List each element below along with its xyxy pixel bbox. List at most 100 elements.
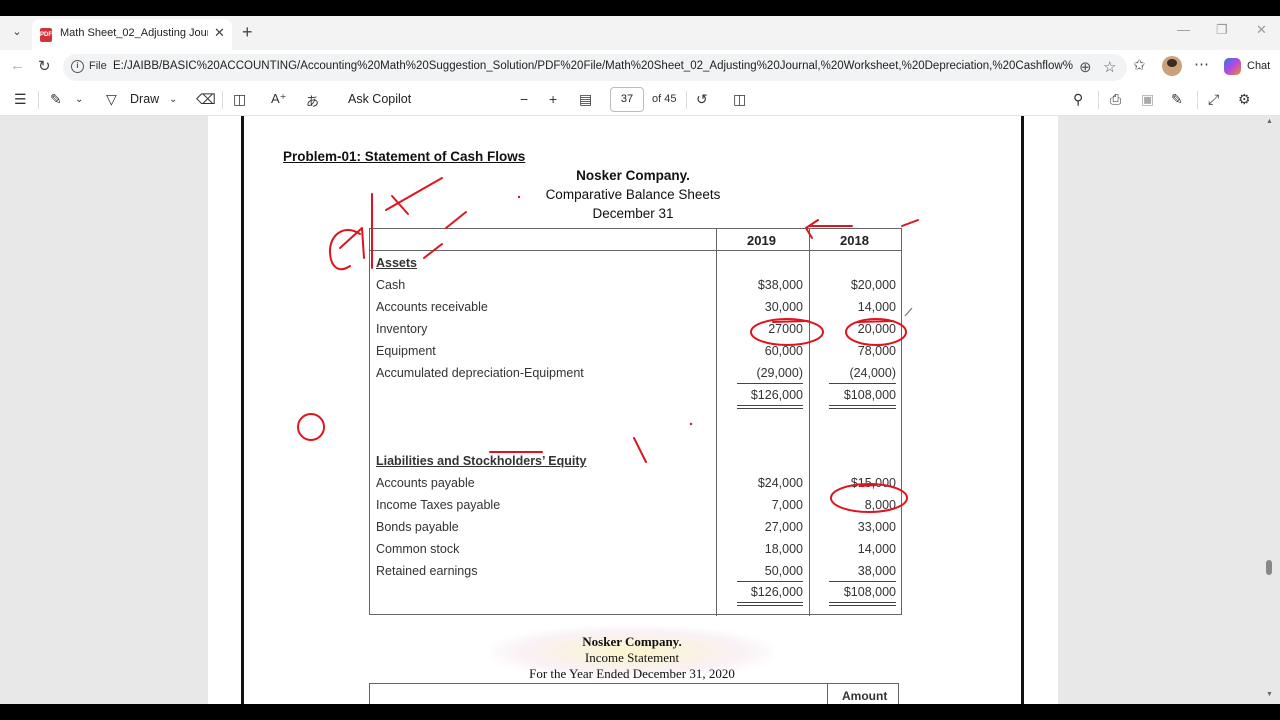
pdf-toolbar: ☰ ✎ ⌄ ▽ Draw ⌄ ⌫ ◫ A⁺ あ Ask Copilot − + … xyxy=(0,84,1280,116)
is-period: For the Year Ended December 31, 2020 xyxy=(529,666,735,681)
amount-header: Amount xyxy=(842,689,888,703)
zoom-out-icon[interactable]: − xyxy=(520,91,528,107)
column-divider xyxy=(809,229,810,616)
value-2019: 50,000 xyxy=(764,564,803,578)
value-2018: 38,000 xyxy=(857,564,896,578)
tab-actions-icon[interactable]: ⌄ xyxy=(8,25,26,41)
copilot-chat-button[interactable]: Chat xyxy=(1222,55,1274,79)
value-2019: 30,000 xyxy=(764,300,803,314)
translate-icon[interactable]: あ xyxy=(306,91,319,110)
back-icon[interactable]: ← xyxy=(10,57,25,74)
subtotal-rule xyxy=(829,383,896,384)
contents-icon[interactable]: ☰ xyxy=(14,91,27,108)
chevron-down-icon[interactable]: ⌄ xyxy=(75,94,83,105)
eraser-icon[interactable]: ⌫ xyxy=(196,91,216,108)
info-icon[interactable]: i xyxy=(71,60,84,73)
value-2019: 27000 xyxy=(768,322,803,336)
statement-title: Comparative Balance Sheets xyxy=(545,187,721,202)
close-tab-icon[interactable]: ✕ xyxy=(214,25,225,41)
ask-copilot-button[interactable]: Ask Copilot xyxy=(348,92,411,106)
value-2018: 33,000 xyxy=(857,520,896,534)
value-2019: 27,000 xyxy=(764,520,803,534)
value-2018: 8,000 xyxy=(864,498,896,512)
chat-label: Chat xyxy=(1247,60,1271,72)
problem-title: Problem-01: Statement of Cash Flows xyxy=(283,149,526,164)
value-2019: $38,000 xyxy=(757,278,803,292)
text-box-icon[interactable]: ◫ xyxy=(233,91,246,108)
print-icon[interactable]: ⎙ xyxy=(1110,91,1121,108)
value-2019: (29,000) xyxy=(756,366,803,380)
page-border xyxy=(1021,116,1024,704)
minimize-icon[interactable]: — xyxy=(1177,22,1190,37)
address-row: ← ↻ i File E:/JAIBB/BASIC%20ACCOUNTING/A… xyxy=(0,50,1280,84)
is-title: Income Statement xyxy=(584,650,680,665)
url-text[interactable]: E:/JAIBB/BASIC%20ACCOUNTING/Accounting%2… xyxy=(113,60,1073,72)
page-view-icon[interactable]: ◫ xyxy=(733,91,746,108)
browser-window: ⌄ PDF Math Sheet_02_Adjusting Journal ✕ … xyxy=(0,16,1280,704)
subtotal-rule xyxy=(829,581,896,582)
liabilities-heading: Liabilities and Stockholders’ Equity xyxy=(376,454,587,468)
value-2018: (24,000) xyxy=(849,366,896,380)
column-header-2018: 2018 xyxy=(840,233,869,248)
zoom-icon[interactable]: ⊕ xyxy=(1079,58,1092,76)
balance-sheet-table: 2019 2018 Assets Cash $38,000 $20,000 Ac… xyxy=(369,228,902,616)
copilot-icon xyxy=(1224,58,1241,75)
profile-avatar[interactable] xyxy=(1162,56,1182,76)
zoom-in-icon[interactable]: + xyxy=(549,91,557,107)
fit-page-icon[interactable]: ▤ xyxy=(579,91,592,108)
company-name: Nosker Company. xyxy=(576,168,690,183)
row-label: Bonds payable xyxy=(376,520,459,534)
value-2018: $20,000 xyxy=(850,278,896,292)
page-number-input[interactable]: 37 xyxy=(610,87,644,112)
scroll-up-icon[interactable]: ▲ xyxy=(1266,118,1273,125)
subtotal-rule xyxy=(737,383,803,384)
value-2018: 14,000 xyxy=(857,542,896,556)
read-aloud-icon[interactable]: A⁺ xyxy=(271,91,287,107)
search-icon[interactable]: ⚲ xyxy=(1073,91,1083,108)
pdf-viewer: Problem-01: Statement of Cash Flows Nosk… xyxy=(0,116,1280,704)
total-double-rule xyxy=(829,405,896,409)
favorite-star-icon[interactable]: ☆ xyxy=(1103,58,1116,76)
value-2018: 14,000 xyxy=(857,300,896,314)
settings-gear-icon[interactable]: ⚙ xyxy=(1238,91,1251,108)
tab-active[interactable]: PDF Math Sheet_02_Adjusting Journal ✕ xyxy=(32,19,232,50)
header-divider xyxy=(370,250,901,251)
divider xyxy=(1098,91,1099,109)
total-2018: $108,000 xyxy=(843,585,896,599)
divider xyxy=(686,91,687,109)
save-as-icon[interactable]: ✎ xyxy=(1171,91,1183,108)
scrollbar-thumb[interactable] xyxy=(1266,560,1272,575)
value-2018: 78,000 xyxy=(857,344,896,358)
total-double-rule xyxy=(829,602,896,606)
tab-bar: ⌄ PDF Math Sheet_02_Adjusting Journal ✕ … xyxy=(0,16,1280,50)
favorites-icon[interactable]: ✩ xyxy=(1133,56,1146,74)
more-icon[interactable]: ⋯ xyxy=(1194,55,1209,73)
row-label: Inventory xyxy=(376,322,428,336)
pdf-icon: PDF xyxy=(40,28,52,42)
row-label: Retained earnings xyxy=(376,564,478,578)
address-bar[interactable]: i File E:/JAIBB/BASIC%20ACCOUNTING/Accou… xyxy=(63,54,1127,81)
draw-label[interactable]: Draw xyxy=(130,92,159,106)
chevron-down-icon[interactable]: ⌄ xyxy=(169,94,177,105)
total-double-rule xyxy=(737,405,803,409)
value-2019: 18,000 xyxy=(764,542,803,556)
value-2018: 20,000 xyxy=(857,322,896,336)
row-label: Income Taxes payable xyxy=(376,498,501,512)
total-double-rule xyxy=(737,602,803,606)
save-icon[interactable]: ▣ xyxy=(1141,91,1154,108)
highlight-icon[interactable]: ✎ xyxy=(50,91,62,108)
new-tab-icon[interactable]: + xyxy=(242,22,253,43)
refresh-icon[interactable]: ↻ xyxy=(38,57,51,75)
draw-icon[interactable]: ▽ xyxy=(106,91,117,108)
statement-date: December 31 xyxy=(592,206,674,221)
close-window-icon[interactable]: ✕ xyxy=(1256,22,1267,38)
total-2019: $126,000 xyxy=(750,585,803,599)
restore-icon[interactable]: ❐ xyxy=(1216,22,1228,38)
fullscreen-icon[interactable]: ⤢ xyxy=(1208,91,1219,108)
scroll-down-icon[interactable]: ▼ xyxy=(1266,691,1273,698)
file-label: File xyxy=(89,60,107,72)
value-2019: $24,000 xyxy=(757,476,803,490)
rotate-icon[interactable]: ↺ xyxy=(696,91,708,108)
column-divider xyxy=(827,684,828,704)
value-2018: $15,000 xyxy=(850,476,896,490)
